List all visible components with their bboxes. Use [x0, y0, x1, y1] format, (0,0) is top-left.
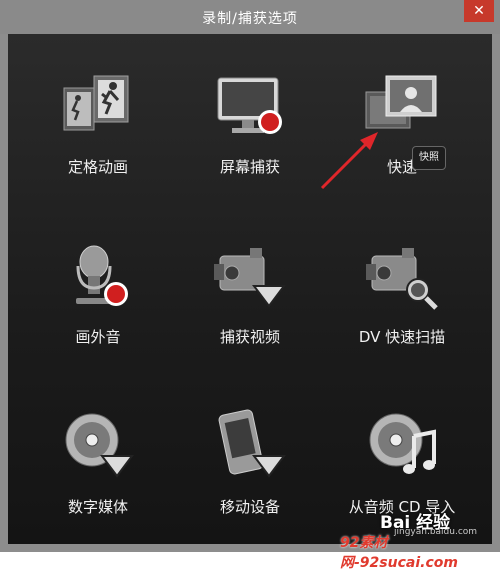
dv-quick-scan-tile[interactable]: DV 快速扫描: [332, 216, 472, 376]
dv-quick-scan-label: DV 快速扫描: [358, 328, 446, 346]
digital-media-label: 数字媒体: [67, 498, 128, 516]
close-button[interactable]: ✕: [464, 0, 494, 22]
microphone-record-icon: [76, 245, 128, 306]
camcorder-icon: [214, 248, 286, 308]
monitor-record-icon: [217, 77, 282, 134]
mobile-device-tile[interactable]: 移动设备: [180, 386, 320, 546]
window-title: 录制/捕获选项: [202, 11, 298, 27]
screen-capture-label: 屏幕捕获: [219, 158, 280, 176]
stop-motion-label: 定格动画: [67, 158, 128, 176]
mobile-device-icon: [218, 409, 286, 478]
record-capture-options-window: 录制/捕获选项 ✕ 定格动画 屏幕捕获 快速 画外音 捕获视频 DV 快速扫描 …: [0, 0, 500, 571]
voiceover-tile[interactable]: 画外音: [28, 216, 168, 376]
stop-motion-tile[interactable]: 定格动画: [28, 46, 168, 206]
digital-media-tile[interactable]: 数字媒体: [28, 386, 168, 546]
disc-import-icon: [65, 413, 134, 478]
camcorder-scan-icon: [366, 248, 438, 310]
mobile-device-label: 移动设备: [219, 498, 280, 516]
options-panel: 定格动画 屏幕捕获 快速 画外音 捕获视频 DV 快速扫描 数字媒体 移动设备 …: [8, 34, 492, 544]
screen-capture-tile[interactable]: 屏幕捕获: [180, 46, 320, 206]
snapshot-tile[interactable]: 快速: [332, 46, 472, 206]
snapshot-label: 快速: [386, 158, 417, 176]
audio-cd-icon: [369, 413, 436, 474]
capture-video-tile[interactable]: 捕获视频: [180, 216, 320, 376]
title-bar: 录制/捕获选项 ✕: [0, 0, 500, 34]
snapshot-icon: [365, 75, 437, 129]
voiceover-label: 画外音: [75, 328, 121, 346]
site-watermark: 92素材网-92sucai.com: [340, 535, 458, 571]
snapshot-tooltip: 快照: [412, 146, 446, 170]
stop-motion-icon: [63, 75, 129, 131]
capture-video-label: 捕获视频: [219, 328, 280, 346]
